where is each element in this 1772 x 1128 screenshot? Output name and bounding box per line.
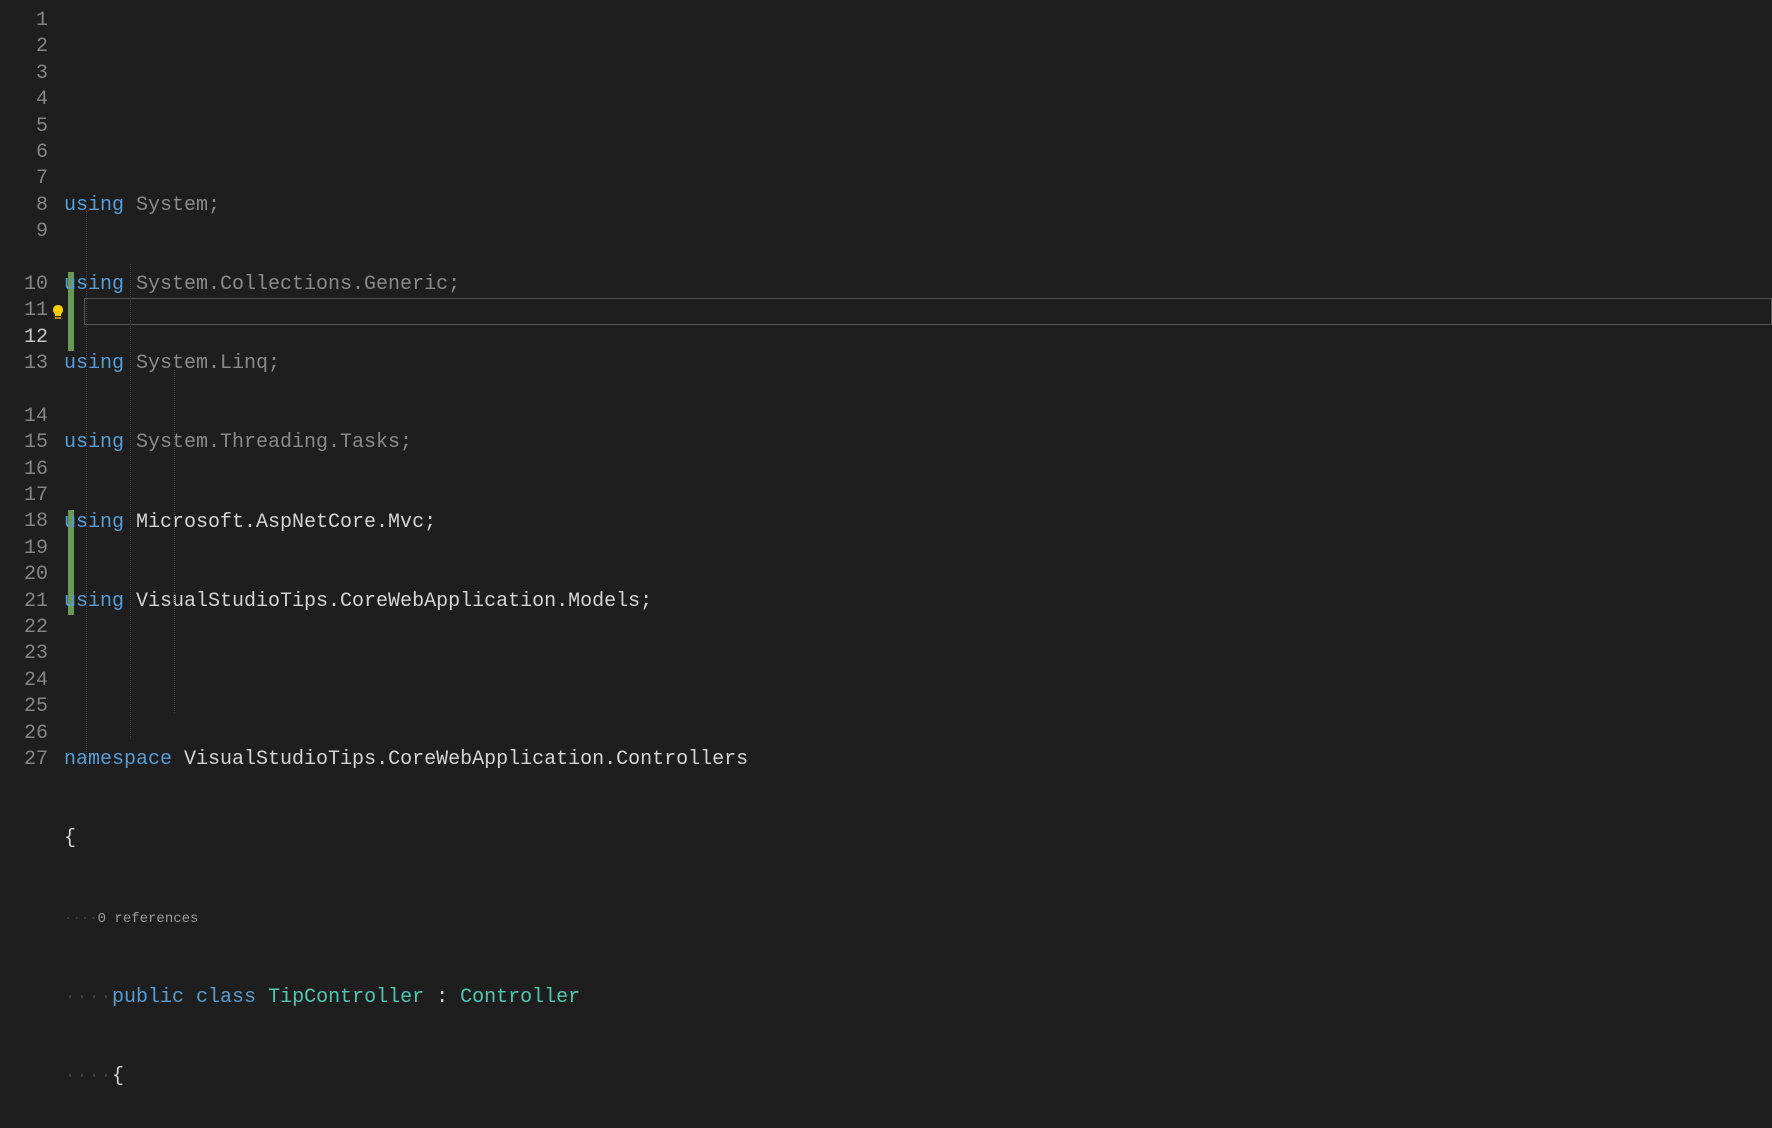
codelens-gap — [0, 246, 64, 272]
line-number: 15 — [0, 430, 64, 456]
code-editor[interactable]: 1 2 3 4 5 6 7 8 9 10 11 12 13 14 15 16 1… — [0, 0, 1772, 1128]
line-number: 12 — [0, 325, 64, 351]
line-number: 16 — [0, 457, 64, 483]
line-number: 10 — [0, 272, 64, 298]
code-line[interactable]: using System; — [64, 193, 1772, 219]
line-number: 5 — [0, 114, 64, 140]
lightbulb-icon[interactable] — [48, 298, 68, 324]
line-number: 17 — [0, 483, 64, 509]
code-line[interactable]: namespace VisualStudioTips.CoreWebApplic… — [64, 747, 1772, 773]
codelens[interactable]: ····0 references — [64, 906, 1772, 932]
line-number: 23 — [0, 641, 64, 667]
line-number: 13 — [0, 351, 64, 377]
line-number: 7 — [0, 166, 64, 192]
code-line[interactable] — [64, 668, 1772, 694]
codelens-gap — [0, 377, 64, 403]
line-number: 9 — [0, 219, 64, 245]
code-area[interactable]: using System; using System.Collections.G… — [64, 0, 1772, 1128]
line-number: 22 — [0, 615, 64, 641]
line-number: 20 — [0, 562, 64, 588]
line-number: 27 — [0, 747, 64, 773]
line-number: 1 — [0, 8, 64, 34]
line-number: 25 — [0, 694, 64, 720]
code-line[interactable]: using System.Threading.Tasks; — [64, 430, 1772, 456]
code-line[interactable]: { — [64, 826, 1772, 852]
line-number: 21 — [0, 589, 64, 615]
line-number: 26 — [0, 721, 64, 747]
code-line[interactable]: using System.Collections.Generic; — [64, 272, 1772, 298]
line-number-gutter: 1 2 3 4 5 6 7 8 9 10 11 12 13 14 15 16 1… — [0, 0, 64, 1128]
code-line[interactable]: using VisualStudioTips.CoreWebApplicatio… — [64, 589, 1772, 615]
code-line[interactable]: using Microsoft.AspNetCore.Mvc; — [64, 510, 1772, 536]
code-line[interactable]: ····public class TipController : Control… — [64, 985, 1772, 1011]
code-line[interactable]: using System.Linq; — [64, 351, 1772, 377]
line-number: 3 — [0, 61, 64, 87]
line-number: 19 — [0, 536, 64, 562]
line-number: 4 — [0, 87, 64, 113]
line-number: 2 — [0, 34, 64, 60]
line-number: 18 — [0, 509, 64, 535]
code-line[interactable]: ····{ — [64, 1064, 1772, 1090]
line-number: 8 — [0, 193, 64, 219]
line-number: 6 — [0, 140, 64, 166]
line-number: 24 — [0, 668, 64, 694]
line-number: 14 — [0, 404, 64, 430]
